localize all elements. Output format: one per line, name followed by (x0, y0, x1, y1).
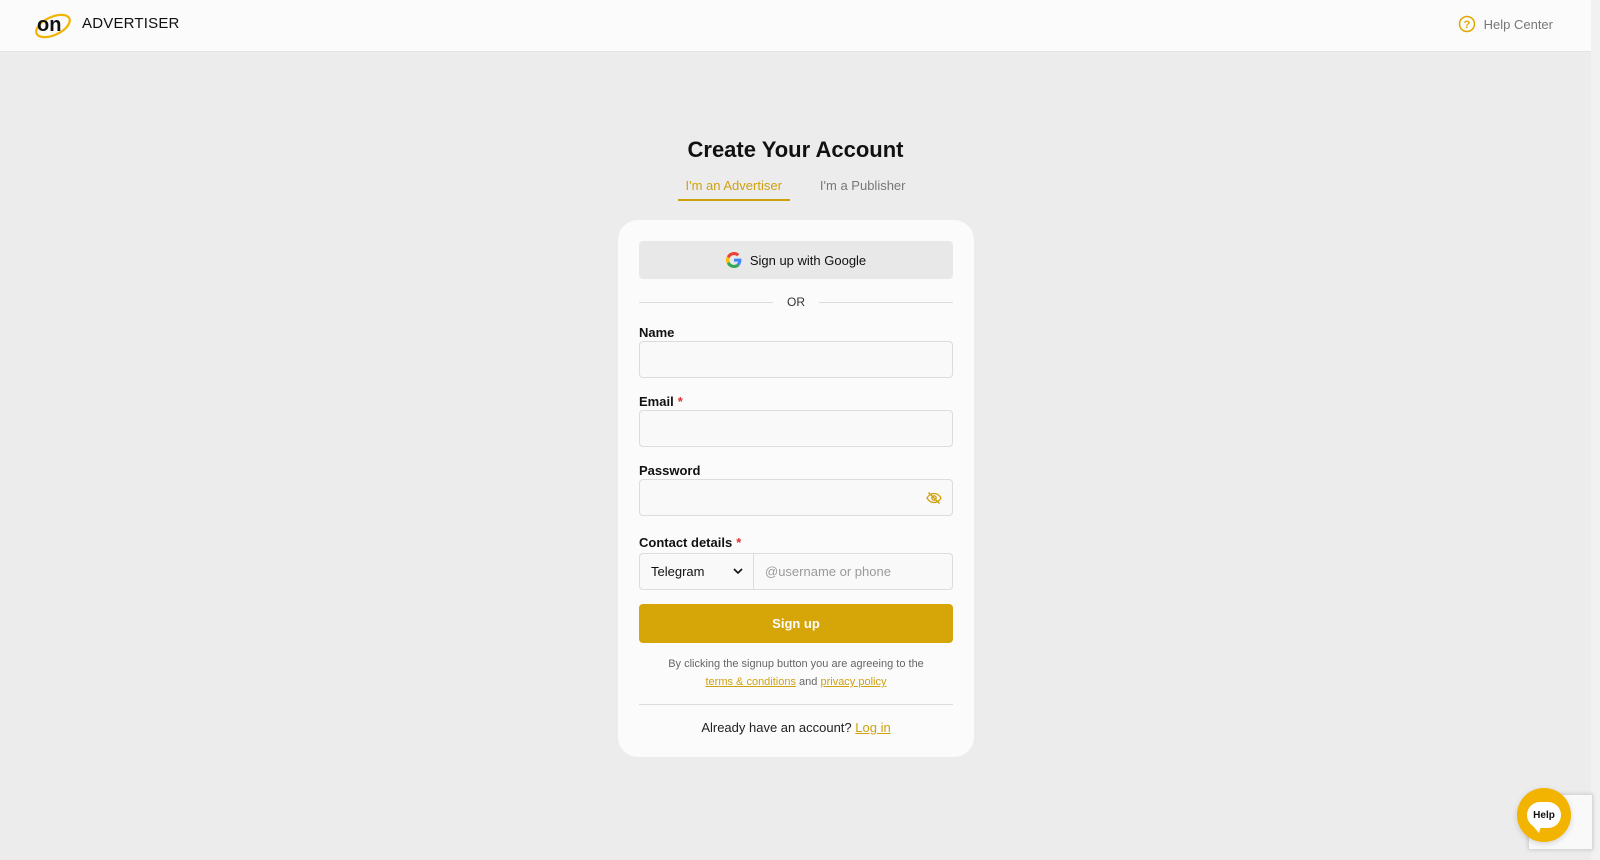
contact-handle-input[interactable] (754, 553, 953, 590)
privacy-link[interactable]: privacy policy (820, 676, 886, 688)
eye-off-icon[interactable] (926, 490, 942, 506)
contact-details-label: Contact details * (639, 535, 742, 550)
help-center-label: Help Center (1483, 16, 1553, 32)
email-input[interactable] (639, 410, 953, 447)
terms-notice: By clicking the signup button you are ag… (639, 655, 953, 691)
scrollbar[interactable] (1591, 0, 1600, 860)
on-logo[interactable]: on (34, 6, 74, 40)
or-text: OR (787, 295, 805, 309)
terms-and: and (799, 676, 818, 688)
signup-button[interactable]: Sign up (639, 604, 953, 643)
required-marker: * (677, 394, 683, 409)
contact-method-value: Telegram (651, 564, 705, 579)
svg-text:on: on (37, 14, 61, 36)
google-signup-label: Sign up with Google (749, 252, 867, 268)
contact-method-select[interactable]: Telegram (639, 553, 754, 590)
page-title: Create Your Account (687, 137, 904, 162)
signup-card: Sign up with Google OR Name Email * Passw… (618, 220, 974, 757)
or-line-right (819, 301, 953, 303)
google-signup-button[interactable]: Sign up with Google (639, 241, 953, 279)
or-divider: OR (639, 292, 953, 312)
svg-text:?: ? (1463, 19, 1470, 31)
password-input[interactable] (639, 479, 953, 516)
terms-prefix: By clicking the signup button you are ag… (668, 658, 924, 670)
help-chat-label: Help (1527, 802, 1561, 833)
email-label: Email * (639, 394, 683, 409)
login-prompt: Already have an account? (701, 720, 852, 735)
name-input[interactable] (639, 341, 953, 378)
tab-advertiser[interactable]: I'm an Advertiser (677, 176, 790, 201)
chevron-down-icon (733, 568, 743, 575)
required-marker: * (736, 535, 742, 550)
or-line-left (639, 301, 773, 303)
password-label: Password (639, 463, 701, 478)
login-link[interactable]: Log in (855, 720, 890, 735)
contact-details-row: Telegram (639, 553, 953, 590)
top-navigation-bar: on ADVERTISER ? Help Center (0, 0, 1591, 52)
help-chat-button[interactable]: Help (1517, 788, 1571, 842)
login-prompt-row: Already have an account? Log in (639, 720, 953, 735)
google-icon (725, 252, 742, 268)
account-type-tabs: I'm an Advertiser I'm a Publisher (0, 176, 1591, 201)
name-label: Name (639, 325, 675, 340)
card-divider (639, 704, 953, 705)
brand-title: ADVERTISER (82, 15, 180, 32)
help-circle-icon: ? (1458, 15, 1475, 33)
tab-publisher[interactable]: I'm a Publisher (812, 176, 914, 201)
help-center-link[interactable]: ? Help Center (1458, 15, 1553, 33)
terms-link[interactable]: terms & conditions (706, 676, 796, 688)
